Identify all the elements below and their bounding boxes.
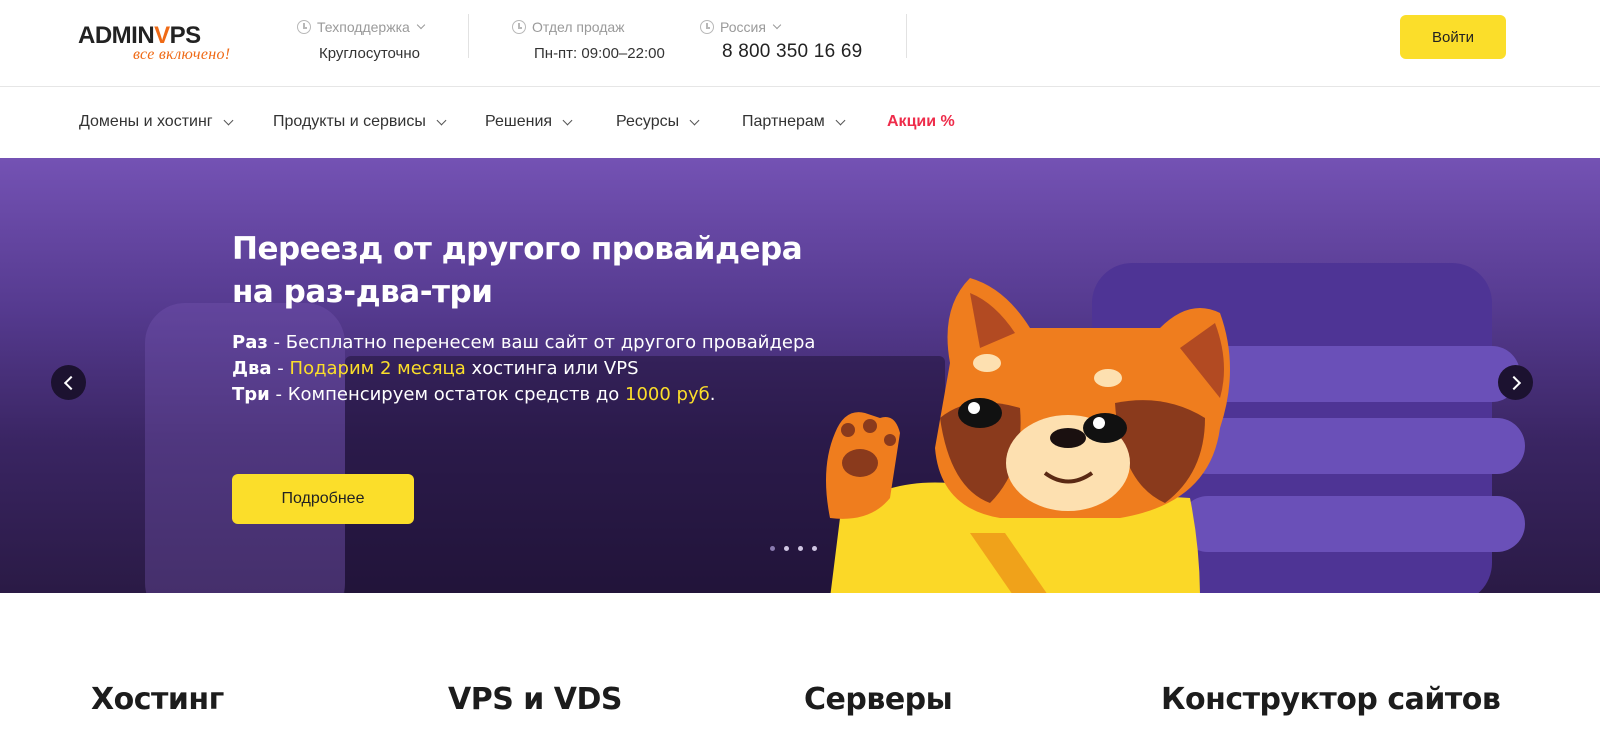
nav-label: Решения [485, 113, 553, 130]
login-button[interactable]: Войти [1400, 15, 1506, 59]
sales-info: Отдел продаж Пн-пт: 09:00–22:00 [512, 18, 665, 62]
main-nav: Домены и хостинг Продукты и сервисы Реше… [0, 88, 1600, 158]
hero-slider: Переезд от другого провайдера на раз-два… [0, 158, 1600, 593]
nav-domains-hosting[interactable]: Домены и хостинг [79, 113, 234, 131]
section-title-vps[interactable]: VPS и VDS [448, 682, 622, 717]
site-header: ADMINVPS все включено! Техподдержка Круг… [0, 0, 1600, 87]
hero-title-line-1: Переезд от другого провайдера [232, 231, 803, 267]
support-label: Техподдержка [317, 19, 410, 35]
fox-mascot-illustration [826, 278, 1230, 593]
chevron-down-icon [416, 20, 426, 30]
slider-dot[interactable] [770, 546, 775, 551]
chevron-down-icon [562, 115, 573, 125]
support-hours: Круглосуточно [319, 45, 420, 62]
section-title-hosting[interactable]: Хостинг [91, 682, 224, 717]
sales-label-row: Отдел продаж [512, 18, 665, 36]
nav-resources[interactable]: Ресурсы [616, 113, 700, 131]
hero-step-3: Три - Компенсируем остаток средств до 10… [232, 384, 716, 405]
divider [468, 14, 469, 58]
slider-prev-button[interactable] [51, 365, 86, 400]
nav-solutions[interactable]: Решения [485, 113, 573, 131]
site-logo[interactable]: ADMINVPS все включено! [78, 20, 258, 70]
region-label: Россия [720, 19, 766, 35]
nav-promotions[interactable]: Акции % [887, 113, 955, 131]
nav-label: Продукты и сервисы [273, 113, 426, 130]
slider-dot[interactable] [784, 546, 789, 551]
nav-label: Домены и хостинг [79, 113, 213, 130]
chevron-down-icon [772, 20, 782, 30]
section-title-site-builder[interactable]: Конструктор сайтов [1161, 682, 1501, 717]
slider-pagination [770, 546, 817, 551]
section-title-servers[interactable]: Серверы [804, 682, 953, 717]
slider-dot[interactable] [798, 546, 803, 551]
support-dropdown[interactable]: Техподдержка [297, 18, 426, 36]
clock-icon [700, 20, 714, 34]
nav-label: Партнерам [742, 113, 825, 130]
chevron-down-icon [223, 115, 234, 125]
slider-dot[interactable] [812, 546, 817, 551]
nav-products-services[interactable]: Продукты и сервисы [273, 113, 447, 131]
hero-step-1: Раз - Бесплатно перенесем ваш сайт от др… [232, 332, 816, 353]
region-dropdown[interactable]: Россия [700, 18, 862, 36]
chevron-down-icon [835, 115, 846, 125]
hero-step-2: Два - Подарим 2 месяца хостинга или VPS [232, 358, 639, 379]
hero-title-line-2: на раз-два-три [232, 274, 493, 310]
sales-hours: Пн-пт: 09:00–22:00 [534, 45, 665, 62]
clock-icon [512, 20, 526, 34]
chevron-down-icon [689, 115, 700, 125]
nav-partners[interactable]: Партнерам [742, 113, 846, 131]
clock-icon [297, 20, 311, 34]
chevron-down-icon [436, 115, 447, 125]
sales-phone[interactable]: 8 800 350 16 69 [700, 41, 862, 63]
sales-label: Отдел продаж [532, 19, 625, 35]
hero-more-button[interactable]: Подробнее [232, 474, 414, 524]
logo-tagline: все включено! [133, 46, 231, 63]
slider-next-button[interactable] [1498, 365, 1533, 400]
support-info: Техподдержка Круглосуточно [297, 18, 426, 62]
hero-title: Переезд от другого провайдера на раз-два… [232, 228, 852, 314]
nav-label: Ресурсы [616, 113, 680, 130]
divider [906, 14, 907, 58]
region-info: Россия 8 800 350 16 69 [700, 18, 862, 63]
